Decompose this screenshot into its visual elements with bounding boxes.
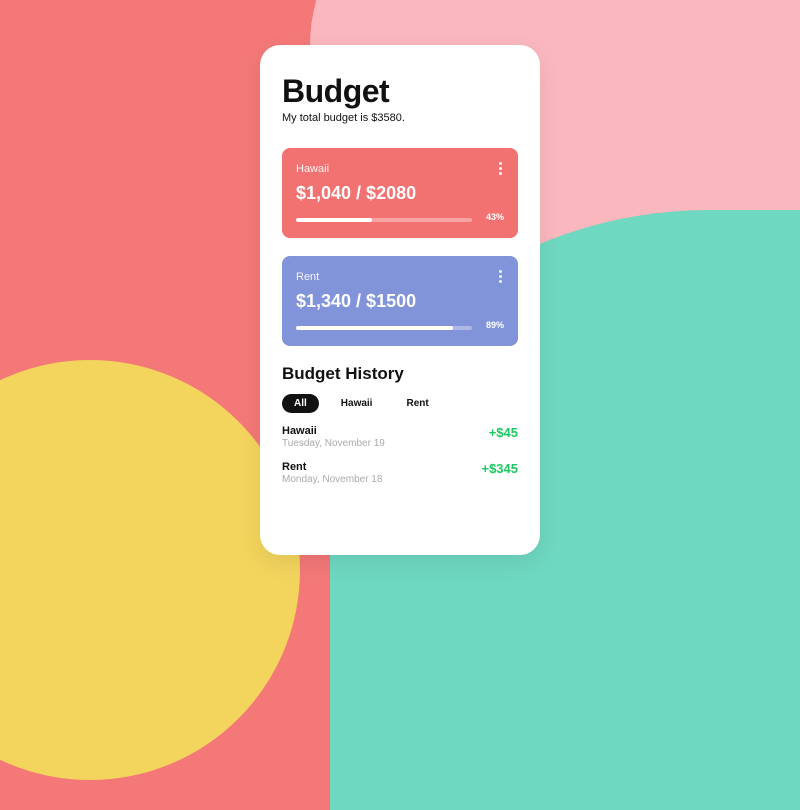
card-amount: $1,340 / $1500 <box>296 291 504 312</box>
history-item-date: Tuesday, November 19 <box>282 438 385 449</box>
budget-cards: Hawaii $1,040 / $2080 43% Rent $1,340 / … <box>282 148 518 346</box>
history-item-name: Hawaii <box>282 425 385 437</box>
history-section: Budget History All Hawaii Rent Hawaii Tu… <box>282 364 518 485</box>
more-icon[interactable] <box>497 268 504 285</box>
card-amount: $1,040 / $2080 <box>296 183 504 204</box>
page-title: Budget <box>282 73 518 110</box>
progress-bar <box>296 218 472 222</box>
card-title: Rent <box>296 271 319 283</box>
budget-card-hawaii[interactable]: Hawaii $1,040 / $2080 43% <box>282 148 518 238</box>
tab-all[interactable]: All <box>282 394 319 413</box>
budget-app-screen: Budget My total budget is $3580. Hawaii … <box>260 45 540 555</box>
history-item[interactable]: Rent Monday, November 18 +$345 <box>282 461 518 485</box>
history-title: Budget History <box>282 364 518 384</box>
history-list: Hawaii Tuesday, November 19 +$45 Rent Mo… <box>282 425 518 485</box>
history-tabs: All Hawaii Rent <box>282 394 518 413</box>
progress-fill <box>296 218 372 222</box>
progress-percent: 43% <box>480 212 504 222</box>
tab-hawaii[interactable]: Hawaii <box>329 394 385 413</box>
progress-bar <box>296 326 472 330</box>
page-subtitle: My total budget is $3580. <box>282 112 518 124</box>
history-item-amount: +$345 <box>481 461 518 476</box>
history-item-date: Monday, November 18 <box>282 474 382 485</box>
history-item[interactable]: Hawaii Tuesday, November 19 +$45 <box>282 425 518 449</box>
card-title: Hawaii <box>296 163 329 175</box>
progress-percent: 89% <box>480 320 504 330</box>
history-item-name: Rent <box>282 461 382 473</box>
more-icon[interactable] <box>497 160 504 177</box>
budget-card-rent[interactable]: Rent $1,340 / $1500 89% <box>282 256 518 346</box>
history-item-amount: +$45 <box>489 425 518 440</box>
progress-fill <box>296 326 453 330</box>
tab-rent[interactable]: Rent <box>394 394 440 413</box>
